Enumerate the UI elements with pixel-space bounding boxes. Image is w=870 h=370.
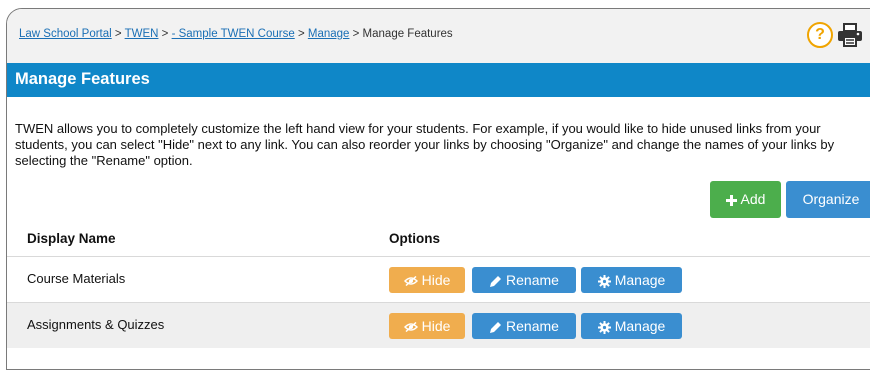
manage-button-label: Manage [614,272,666,288]
pencil-icon [490,321,502,333]
organize-button[interactable]: Organize [786,181,870,218]
breadcrumb-law-school-portal[interactable]: Law School Portal [19,28,112,40]
page-title-bar: Manage Features [7,63,870,97]
row-display-name: Course Materials [27,271,126,286]
page-title: Manage Features [15,70,150,88]
breadcrumb-separator: > [114,28,125,40]
manage-button[interactable]: Manage [581,267,682,293]
table-row: Course Materials Hide Rename Manage [7,256,870,302]
eye-slash-icon [403,276,418,287]
rename-button[interactable]: Rename [472,313,576,339]
breadcrumb-separator: > [352,28,363,40]
breadcrumb-separator: > [161,28,172,40]
gear-icon [597,274,611,288]
printer-icon[interactable] [837,23,863,47]
breadcrumb-manage[interactable]: Manage [308,28,350,40]
rename-button-label: Rename [506,272,559,288]
breadcrumb-separator: > [297,28,308,40]
row-display-name: Assignments & Quizzes [27,317,165,332]
app-frame: Law School Portal > TWEN > - Sample TWEN… [6,8,870,370]
hide-button-label: Hide [421,318,451,334]
breadcrumb-twen[interactable]: TWEN [125,28,159,40]
breadcrumb-current: Manage Features [362,28,453,40]
rename-button-label: Rename [506,318,559,334]
gear-icon [597,320,611,334]
hide-button[interactable]: Hide [389,313,465,339]
question-circle-icon[interactable]: ? [807,22,833,48]
manage-button[interactable]: Manage [581,313,682,339]
rename-button[interactable]: Rename [472,267,576,293]
hide-button[interactable]: Hide [389,267,465,293]
breadcrumb: Law School Portal > TWEN > - Sample TWEN… [19,28,453,40]
pencil-icon [490,275,502,287]
breadcrumb-sample-course[interactable]: - Sample TWEN Course [172,28,295,40]
eye-slash-icon [403,322,418,333]
table-row: Assignments & Quizzes Hide Rename Manage [7,302,870,348]
add-button-label: Add [740,191,766,207]
hide-button-label: Hide [421,272,451,288]
manage-button-label: Manage [614,318,666,334]
page-description: TWEN allows you to completely customize … [15,121,835,168]
breadcrumb-bar: Law School Portal > TWEN > - Sample TWEN… [7,9,870,64]
add-button[interactable]: Add [710,181,781,218]
plus-icon [725,194,737,206]
column-header-options: Options [389,231,440,246]
column-header-display-name: Display Name [27,231,116,246]
